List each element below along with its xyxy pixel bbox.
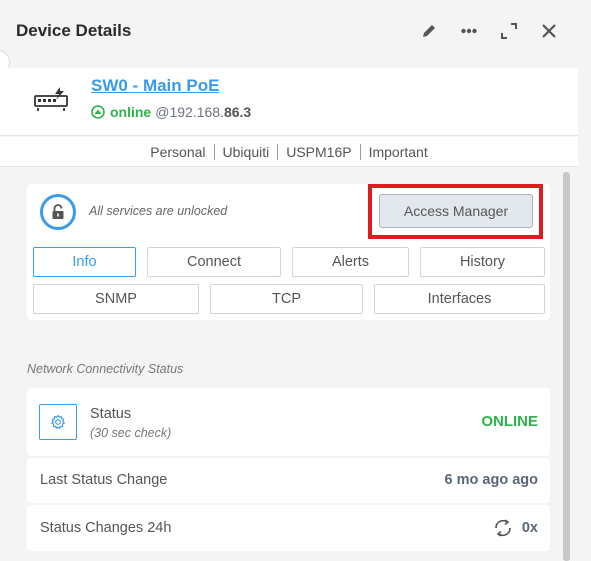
expand-icon[interactable]	[489, 18, 529, 44]
device-status: online @192.168.86.3	[91, 104, 251, 120]
last-change-label: Last Status Change	[40, 472, 168, 488]
access-manager-button[interactable]: Access Manager	[379, 194, 533, 228]
status-text: online	[110, 104, 152, 120]
status-check-interval: (30 sec check)	[90, 426, 172, 440]
changes-24h-label: Status Changes 24h	[40, 520, 172, 536]
tag-personal[interactable]: Personal	[142, 143, 215, 160]
status-value: ONLINE	[481, 413, 538, 430]
header-actions	[409, 18, 569, 44]
close-icon[interactable]	[529, 18, 569, 44]
status-row: Status (30 sec check) ONLINE	[27, 388, 550, 456]
tab-connect[interactable]: Connect	[147, 247, 281, 277]
device-header: SW0 - Main PoE online @192.168.86.3	[0, 68, 578, 136]
services-status-text: All services are unlocked	[89, 204, 228, 218]
tab-interfaces[interactable]: Interfaces	[374, 284, 545, 314]
sync-icon	[495, 519, 511, 537]
panel-title: Device Details	[16, 21, 132, 40]
tab-history[interactable]: History	[420, 247, 545, 277]
ip-address: @192.168.86.3	[155, 104, 251, 120]
ip-suffix: 86.3	[223, 104, 252, 120]
gear-icon[interactable]	[39, 404, 77, 440]
services-card: All services are unlocked Access Manager…	[27, 184, 550, 320]
tab-info[interactable]: Info	[33, 247, 136, 277]
device-tags: Personal Ubiquiti USPM16P Important	[0, 137, 578, 167]
last-change-row: Last Status Change 6 mo ago ago	[27, 458, 550, 503]
tab-alerts[interactable]: Alerts	[292, 247, 409, 277]
online-status-icon	[91, 105, 105, 119]
tag-model[interactable]: USPM16P	[278, 143, 361, 160]
switch-device-icon	[34, 86, 70, 117]
unlock-icon	[40, 194, 76, 230]
tab-snmp[interactable]: SNMP	[33, 284, 199, 314]
changes-24h-row: Status Changes 24h 0x	[27, 505, 550, 551]
edit-icon[interactable]	[409, 18, 449, 44]
scrollbar[interactable]	[563, 172, 570, 561]
tab-tcp[interactable]: TCP	[210, 284, 363, 314]
tag-ubiquiti[interactable]: Ubiquiti	[215, 143, 279, 160]
changes-24h-value-group: 0x	[492, 517, 538, 539]
ip-prefix: @192.168.	[155, 104, 224, 120]
tag-important[interactable]: Important	[361, 144, 436, 160]
panel-header: Device Details	[0, 0, 591, 62]
last-change-value: 6 mo ago ago	[444, 472, 538, 488]
more-icon[interactable]	[449, 18, 489, 44]
section-title: Network Connectivity Status	[27, 362, 184, 376]
device-name-link[interactable]: SW0 - Main PoE	[91, 76, 219, 96]
status-label: Status	[90, 406, 132, 422]
changes-24h-value: 0x	[521, 520, 538, 536]
